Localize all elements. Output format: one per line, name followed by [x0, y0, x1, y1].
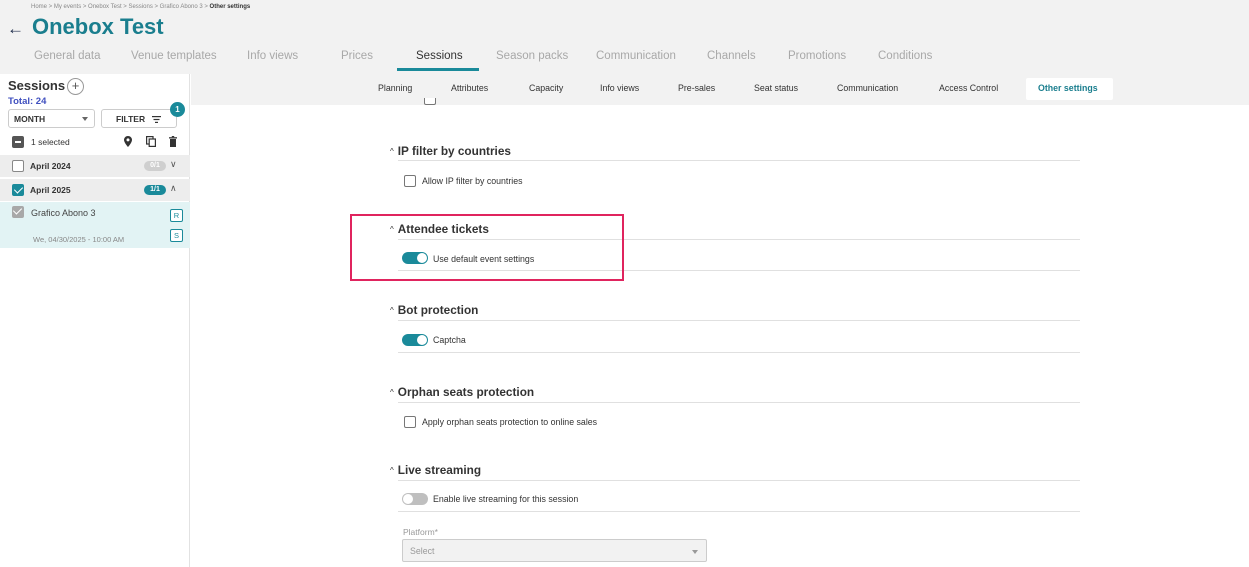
platform-field-label: Platform* [403, 527, 438, 537]
month-checkbox[interactable] [12, 184, 24, 196]
tab-venue-templates[interactable]: Venue templates [131, 50, 217, 62]
tab-info-views[interactable]: Info views [247, 50, 298, 62]
page-title: Onebox Test [32, 14, 164, 39]
breadcrumb-sessions[interactable]: Sessions [128, 4, 152, 10]
subtab-attributes[interactable]: Attributes [451, 83, 488, 93]
section-divider [398, 160, 1080, 161]
month-count-badge: 1/1 [144, 185, 166, 195]
tab-communication[interactable]: Communication [596, 50, 676, 62]
active-tab-indicator [397, 68, 479, 71]
tab-sessions[interactable]: Sessions [416, 50, 463, 62]
month-select[interactable]: MONTH [8, 109, 95, 128]
filter-count-badge: 1 [170, 102, 185, 117]
month-group-april-2025[interactable]: April 2025 1/1 ∧ [0, 179, 190, 201]
session-list-item[interactable]: Grafico Abono 3 We, 04/30/2025 - 10:00 A… [0, 202, 190, 248]
tab-season-packs[interactable]: Season packs [496, 50, 568, 62]
session-checkbox[interactable] [12, 206, 24, 218]
tab-channels[interactable]: Channels [707, 50, 756, 62]
select-all-checkbox[interactable] [12, 136, 24, 148]
filter-icon [152, 116, 161, 123]
month-label: April 2025 [30, 185, 71, 195]
add-session-button[interactable]: + [67, 78, 84, 95]
subtab-seat-status[interactable]: Seat status [754, 83, 798, 93]
subtab-capacity[interactable]: Capacity [529, 83, 563, 93]
subtab-planning[interactable]: Planning [378, 83, 412, 93]
subtab-communication[interactable]: Communication [837, 83, 898, 93]
sessions-total: Total: 24 [8, 96, 47, 107]
month-label: April 2024 [30, 161, 71, 171]
toggle-knob [403, 494, 413, 504]
page-header: Home > My events > Onebox Test > Session… [0, 0, 1249, 74]
sidebar-title: Sessions [8, 78, 66, 93]
session-subtabs: Planning Attributes Capacity Info views … [191, 74, 1249, 105]
session-tag-s: S [170, 229, 183, 242]
ip-filter-checkbox[interactable] [404, 175, 416, 187]
toggle-knob [417, 335, 427, 345]
session-tag-r: R [170, 209, 183, 222]
section-orphan-seats-title[interactable]: ^ Orphan seats protection [390, 385, 534, 399]
tab-prices[interactable]: Prices [341, 50, 373, 62]
breadcrumb-session[interactable]: Grafico Abono 3 [160, 4, 203, 10]
month-count-badge: 0/1 [144, 161, 166, 171]
chevron-up-icon[interactable]: ∧ [170, 183, 177, 194]
live-streaming-label: Enable live streaming for this session [433, 494, 579, 504]
month-checkbox[interactable] [12, 160, 24, 172]
section-divider [398, 480, 1080, 481]
platform-select: Select [402, 539, 707, 562]
session-name: Grafico Abono 3 [31, 208, 96, 218]
subtab-pre-sales[interactable]: Pre-sales [678, 83, 715, 93]
section-live-streaming-title[interactable]: ^ Live streaming [390, 463, 481, 477]
sessions-sidebar: Sessions + Total: 24 MONTH FILTER 1 1 se… [0, 74, 190, 567]
subtab-access-control[interactable]: Access Control [939, 83, 998, 93]
chevron-up-icon: ^ [390, 388, 394, 397]
section-divider [398, 320, 1080, 321]
breadcrumb-home[interactable]: Home [31, 4, 47, 10]
filter-button[interactable]: FILTER [101, 109, 177, 128]
platform-select-placeholder: Select [410, 546, 435, 556]
tab-general-data[interactable]: General data [34, 50, 101, 62]
partial-checkbox[interactable] [424, 98, 436, 105]
live-streaming-toggle[interactable] [402, 493, 428, 505]
chevron-down-icon[interactable]: ∨ [170, 159, 177, 170]
tab-conditions[interactable]: Conditions [878, 50, 932, 62]
section-ip-filter-title[interactable]: ^ IP filter by countries [390, 144, 511, 158]
month-select-value: MONTH [14, 114, 46, 124]
chevron-up-icon: ^ [390, 466, 394, 475]
copy-icon[interactable] [146, 136, 156, 147]
arrow-left-icon[interactable]: ← [7, 19, 24, 39]
orphan-seats-label: Apply orphan seats protection to online … [422, 417, 598, 427]
orphan-seats-checkbox[interactable] [404, 416, 416, 428]
section-bot-protection-title[interactable]: ^ Bot protection [390, 303, 478, 317]
chevron-up-icon: ^ [390, 306, 394, 315]
captcha-toggle[interactable] [402, 334, 428, 346]
highlight-box [350, 214, 624, 281]
tab-promotions[interactable]: Promotions [788, 50, 846, 62]
captcha-label: Captcha [433, 335, 466, 345]
section-divider [398, 352, 1080, 353]
chevron-down-icon [692, 550, 698, 554]
selection-bar: 1 selected [0, 132, 190, 150]
filter-label: FILTER [116, 114, 146, 124]
chevron-down-icon [82, 117, 88, 121]
subtab-other-settings[interactable]: Other settings [1038, 83, 1098, 93]
section-divider [398, 511, 1080, 512]
trash-icon[interactable] [169, 136, 177, 147]
selected-count: 1 selected [31, 137, 70, 147]
chevron-up-icon: ^ [390, 147, 394, 156]
session-date: We, 04/30/2025 - 10:00 AM [33, 235, 125, 244]
section-divider [398, 402, 1080, 403]
breadcrumb-event[interactable]: Onebox Test [88, 4, 122, 10]
subtab-info-views[interactable]: Info views [600, 83, 639, 93]
month-group-april-2024[interactable]: April 2024 0/1 ∨ [0, 155, 190, 177]
map-pin-icon[interactable] [124, 136, 132, 147]
ip-filter-label: Allow IP filter by countries [422, 176, 523, 186]
breadcrumb-my-events[interactable]: My events [54, 4, 81, 10]
breadcrumb: Home > My events > Onebox Test > Session… [31, 4, 251, 10]
breadcrumb-current: Other settings [209, 4, 251, 10]
